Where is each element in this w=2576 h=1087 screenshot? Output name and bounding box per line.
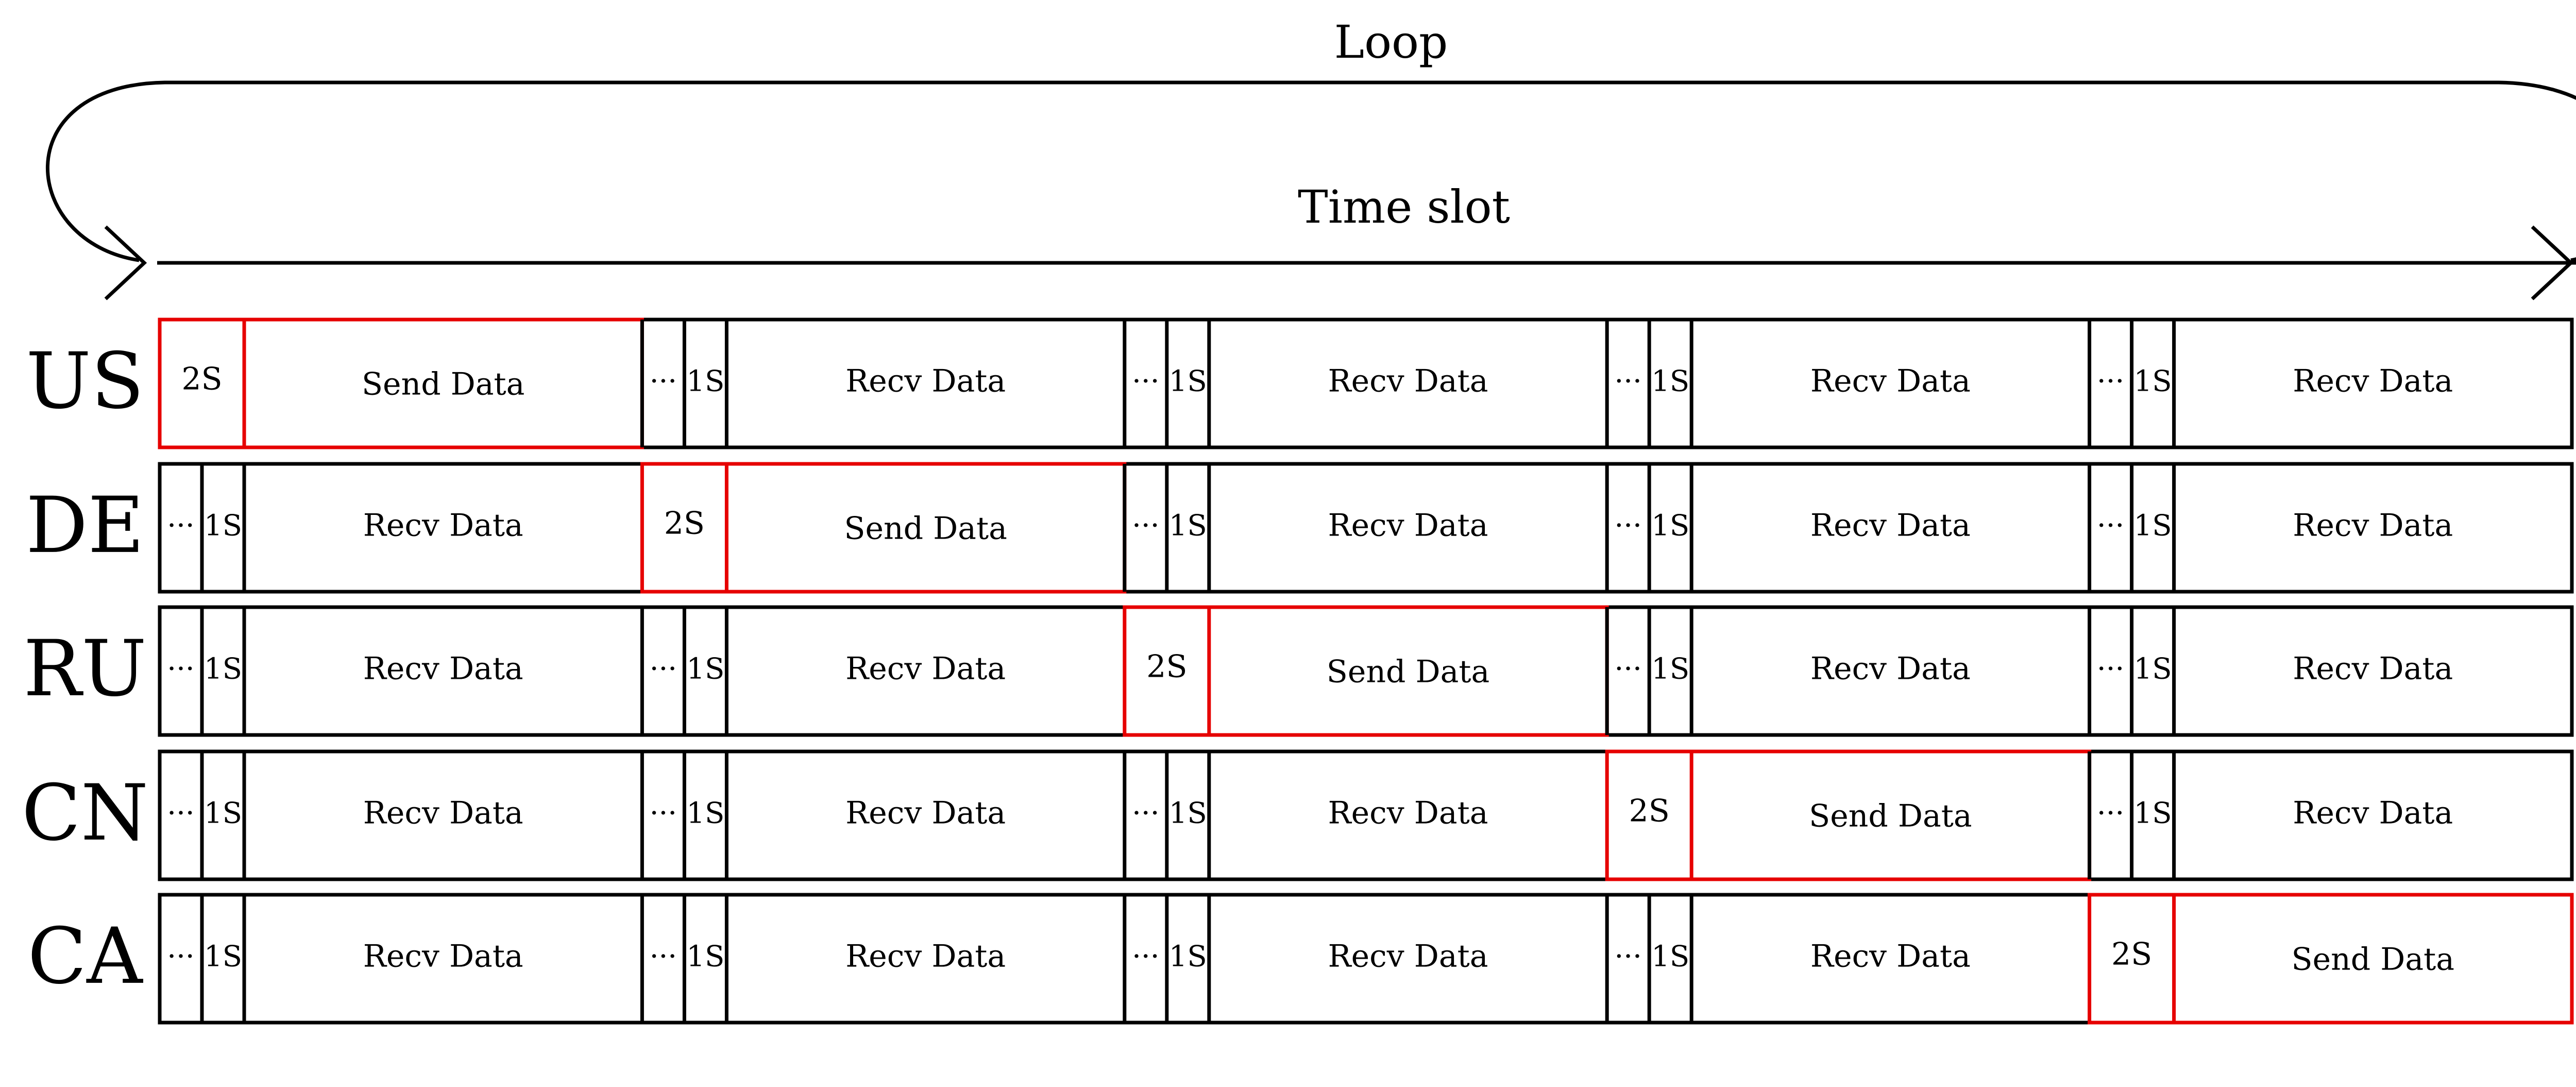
recv-data-label: Recv Data [845, 363, 1006, 399]
ellipsis-cell: ··· [650, 940, 677, 974]
ellipsis-cell: ··· [1614, 940, 1641, 974]
row-label-ca: CA [27, 912, 143, 1001]
marker-1s: 1S [686, 653, 724, 686]
marker-1s: 1S [2134, 509, 2172, 543]
ellipsis-cell: ··· [2097, 797, 2124, 830]
recv-data-label: Recv Data [363, 508, 523, 544]
ellipsis-cell: ··· [1132, 365, 1159, 398]
marker-1s: 1S [686, 365, 724, 398]
diagram-canvas: Loop Time slot US 2S Send Data ··· 1S Recv Da… [22, 15, 2576, 1025]
time-slot-arrow-left-head [104, 225, 147, 300]
ellipsis-cell: ··· [650, 653, 677, 686]
recv-data-label: Recv Data [1328, 939, 1488, 975]
recv-data-label: Recv Data [1810, 651, 1971, 687]
recv-data-label: Recv Data [1810, 939, 1971, 975]
marker-1s: 1S [686, 797, 724, 830]
ellipsis-cell: ··· [1132, 509, 1159, 543]
ellipsis-cell: ··· [2097, 653, 2124, 686]
recv-data-label: Recv Data [1810, 508, 1971, 544]
recv-data-label: Recv Data [845, 795, 1006, 831]
send-data-label: Send Data [362, 366, 525, 403]
marker-2s: 2S [664, 506, 705, 542]
ellipsis-cell: ··· [167, 653, 194, 686]
loop-label: Loop [1334, 15, 1448, 69]
row-label-ru: RU [23, 624, 146, 714]
recv-data-label: Recv Data [845, 939, 1006, 975]
marker-1s: 1S [1169, 509, 1207, 543]
recv-data-label: Recv Data [2293, 795, 2453, 831]
row-label-us: US [26, 337, 144, 426]
recv-data-label: Recv Data [2293, 363, 2453, 399]
recv-data-label: Recv Data [1328, 508, 1488, 544]
row-label-cn: CN [22, 768, 148, 858]
ellipsis-cell: ··· [1132, 940, 1159, 974]
marker-2s: 2S [181, 361, 222, 397]
recv-data-label: Recv Data [2293, 651, 2453, 687]
loop-arrow-arc [46, 80, 2576, 262]
marker-1s: 1S [204, 509, 242, 543]
marker-1s: 1S [204, 797, 242, 830]
marker-1s: 1S [2134, 365, 2172, 398]
marker-1s: 1S [1651, 365, 1689, 398]
ellipsis-cell: ··· [167, 940, 194, 974]
recv-data-label: Recv Data [363, 939, 523, 975]
ellipsis-cell: ··· [1614, 509, 1641, 543]
marker-2s: 2S [1146, 649, 1187, 685]
marker-1s: 1S [2134, 797, 2172, 830]
recv-data-label: Recv Data [1328, 363, 1488, 399]
ellipsis-cell: ··· [2097, 365, 2124, 398]
marker-2s: 2S [2111, 937, 2152, 973]
marker-1s: 1S [1651, 509, 1689, 543]
ellipsis-cell: ··· [1614, 653, 1641, 686]
marker-1s: 1S [204, 653, 242, 686]
send-data-label: Send Data [1809, 798, 1972, 834]
marker-2s: 2S [1629, 793, 1670, 829]
ellipsis-cell: ··· [167, 509, 194, 543]
row-label-de: DE [26, 481, 144, 571]
marker-1s: 1S [686, 940, 724, 974]
ellipsis-cell: ··· [167, 797, 194, 830]
marker-1s: 1S [1169, 797, 1207, 830]
send-data-label: Send Data [844, 511, 1007, 547]
send-data-label: Send Data [1327, 654, 1490, 690]
marker-1s: 1S [1169, 940, 1207, 974]
ellipsis-cell: ··· [650, 365, 677, 398]
ellipsis-cell: ··· [650, 797, 677, 830]
marker-1s: 1S [1651, 940, 1689, 974]
marker-1s: 1S [1651, 653, 1689, 686]
recv-data-label: Recv Data [1328, 795, 1488, 831]
recv-data-label: Recv Data [363, 651, 523, 687]
rows-group: US 2S Send Data ··· 1S Recv Data ··· 1S Recv Dat… [22, 317, 2574, 1025]
send-data-label: Send Data [2292, 942, 2455, 978]
marker-1s: 1S [204, 940, 242, 974]
marker-1s: 1S [2134, 653, 2172, 686]
ellipsis-cell: ··· [1132, 797, 1159, 830]
ellipsis-cell: ··· [2097, 509, 2124, 543]
recv-data-label: Recv Data [1810, 363, 1971, 399]
marker-1s: 1S [1169, 365, 1207, 398]
recv-data-label: Recv Data [2293, 508, 2453, 544]
time-slot-label: Time slot [1298, 180, 1510, 233]
ellipsis-cell: ··· [1614, 365, 1641, 398]
time-slot-diagram: Loop Time slot US 2S Send Data ··· 1S Recv Da… [0, 0, 2576, 1084]
recv-data-label: Recv Data [363, 795, 523, 831]
recv-data-label: Recv Data [845, 651, 1006, 687]
